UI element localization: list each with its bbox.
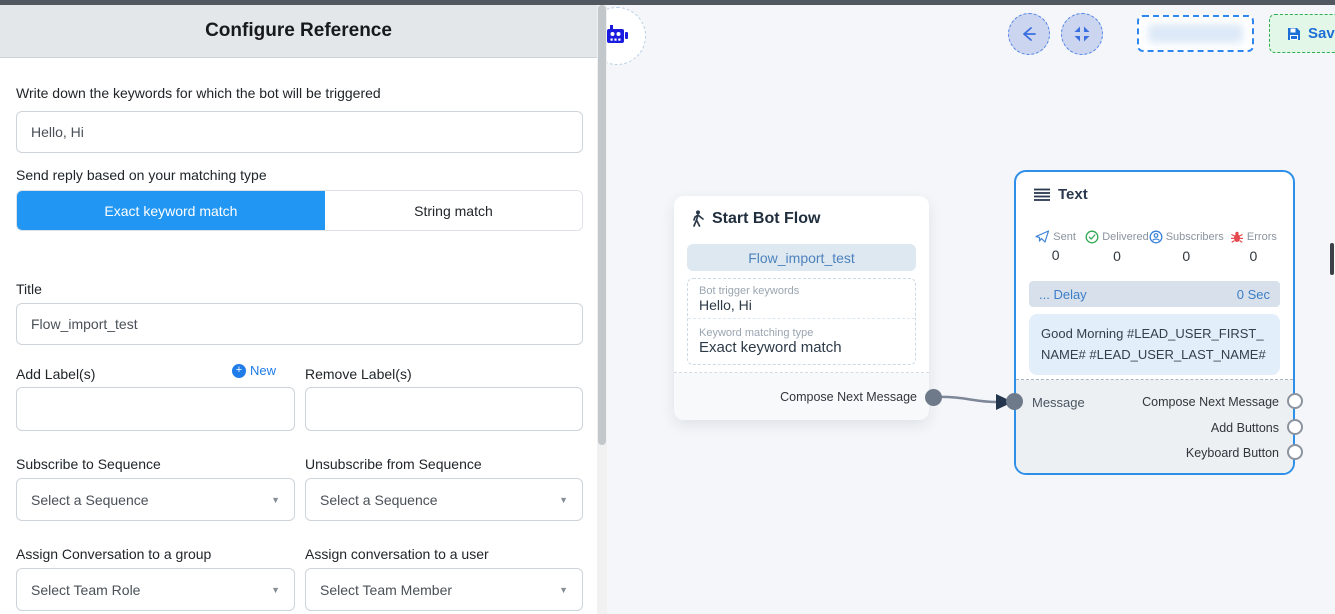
subscribe-sequence-label: Subscribe to Sequence bbox=[16, 456, 161, 472]
start-node-header: Start Bot Flow bbox=[690, 210, 820, 228]
delay-row[interactable]: ... Delay 0 Sec bbox=[1029, 281, 1280, 307]
exact-keyword-match-tab[interactable]: Exact keyword match bbox=[17, 191, 325, 230]
flow-name-chip[interactable]: Flow_import_test bbox=[687, 244, 916, 271]
panel-scrollbar-thumb[interactable] bbox=[598, 5, 606, 445]
title-label: Title bbox=[16, 281, 42, 297]
team-role-select[interactable]: Select Team Role ▼ bbox=[16, 568, 295, 611]
unsubscribe-sequence-label: Unsubscribe from Sequence bbox=[305, 456, 482, 472]
redacted-content bbox=[1148, 24, 1243, 43]
fit-view-button[interactable] bbox=[1061, 13, 1103, 55]
chevron-down-icon: ▼ bbox=[559, 585, 568, 595]
text-node-footer: Message Compose Next Message Add Buttons… bbox=[1016, 380, 1293, 473]
chevron-down-icon: ▼ bbox=[271, 585, 280, 595]
remove-labels-label: Remove Label(s) bbox=[305, 366, 412, 382]
keyboard-button-output-label: Keyboard Button bbox=[1186, 446, 1279, 460]
new-label-text: New bbox=[250, 363, 276, 378]
robot-icon bbox=[607, 21, 632, 51]
compress-icon bbox=[1073, 25, 1091, 43]
unsubscribe-sequence-value: Select a Sequence bbox=[320, 492, 438, 508]
assign-user-label: Assign conversation to a user bbox=[305, 546, 489, 562]
stat-subscribers-label: Subscribers bbox=[1166, 231, 1224, 243]
plus-icon: + bbox=[232, 364, 246, 378]
title-input[interactable] bbox=[16, 303, 583, 345]
stat-sent: Sent 0 bbox=[1026, 230, 1085, 264]
redacted-field[interactable] bbox=[1137, 15, 1254, 52]
subscribers-icon bbox=[1149, 230, 1163, 244]
stat-sent-label: Sent bbox=[1053, 231, 1076, 243]
compose-next-message-output-label: Compose Next Message bbox=[1142, 395, 1279, 409]
panel-header: Configure Reference bbox=[0, 5, 597, 58]
configure-reference-panel: Configure Reference Write down the keywo… bbox=[0, 5, 597, 614]
stat-subscribers-value: 0 bbox=[1182, 248, 1190, 264]
subscribe-sequence-value: Select a Sequence bbox=[31, 492, 149, 508]
string-match-tab[interactable]: String match bbox=[325, 191, 582, 230]
trigger-config-box: Bot trigger keywords Hello, Hi Keyword m… bbox=[687, 278, 916, 365]
subscribe-sequence-select[interactable]: Select a Sequence ▼ bbox=[16, 478, 295, 521]
delay-label: ... Delay bbox=[1039, 287, 1087, 302]
add-labels-input[interactable] bbox=[16, 387, 295, 431]
message-input-label: Message bbox=[1032, 395, 1085, 410]
delivered-icon bbox=[1085, 230, 1099, 244]
keywords-input[interactable] bbox=[16, 111, 583, 153]
matching-type-value: Exact keyword match bbox=[699, 339, 904, 357]
add-buttons-handle[interactable] bbox=[1287, 419, 1303, 435]
save-button[interactable]: Save bbox=[1269, 14, 1335, 53]
matching-type-caption: Keyword matching type bbox=[699, 327, 904, 339]
team-role-value: Select Team Role bbox=[31, 582, 140, 598]
team-member-select[interactable]: Select Team Member ▼ bbox=[305, 568, 583, 611]
remove-labels-input[interactable] bbox=[305, 387, 583, 431]
compose-next-message-label: Compose Next Message bbox=[780, 390, 917, 404]
unsubscribe-sequence-select[interactable]: Select a Sequence ▼ bbox=[305, 478, 583, 521]
arrow-left-icon bbox=[1019, 24, 1039, 44]
stat-sent-value: 0 bbox=[1052, 247, 1060, 263]
text-message-node[interactable]: Text Sent 0 Delivered bbox=[1014, 170, 1295, 475]
menu-icon bbox=[1034, 188, 1050, 202]
text-node-input-handle[interactable] bbox=[1006, 393, 1023, 410]
new-label-link[interactable]: + New bbox=[232, 363, 276, 378]
start-node-output-handle[interactable] bbox=[925, 389, 942, 406]
sent-icon bbox=[1035, 230, 1050, 243]
message-bubble[interactable]: Good Morning #LEAD_USER_FIRST_NAME# #LEA… bbox=[1029, 314, 1280, 375]
stat-errors-value: 0 bbox=[1250, 248, 1258, 264]
text-node-title: Text bbox=[1058, 186, 1088, 203]
save-label: Save bbox=[1308, 25, 1335, 42]
back-button[interactable] bbox=[1008, 13, 1050, 55]
field-divider bbox=[688, 318, 915, 323]
save-icon bbox=[1286, 26, 1302, 42]
page-title: Configure Reference bbox=[205, 20, 392, 42]
stat-delivered: Delivered 0 bbox=[1085, 230, 1148, 264]
team-member-value: Select Team Member bbox=[320, 582, 452, 598]
canvas-scrollbar-thumb[interactable] bbox=[1330, 243, 1334, 275]
errors-icon bbox=[1230, 230, 1244, 244]
matching-type-toggle: Exact keyword match String match bbox=[16, 190, 583, 231]
matching-type-label: Send reply based on your matching type bbox=[16, 167, 267, 183]
compose-next-message-handle[interactable] bbox=[1287, 393, 1303, 409]
window-top-edge bbox=[0, 0, 1335, 5]
start-node-title: Start Bot Flow bbox=[712, 210, 820, 228]
start-bot-flow-node[interactable]: Start Bot Flow Flow_import_test Bot trig… bbox=[674, 196, 929, 420]
delay-value: 0 Sec bbox=[1237, 287, 1270, 302]
start-node-footer: Compose Next Message bbox=[674, 373, 929, 420]
keywords-label: Write down the keywords for which the bo… bbox=[16, 85, 381, 101]
stat-errors-label: Errors bbox=[1247, 231, 1277, 243]
trigger-keywords-label: Bot trigger keywords bbox=[699, 285, 904, 297]
stat-subscribers: Subscribers 0 bbox=[1149, 230, 1224, 264]
add-labels-label: Add Label(s) bbox=[16, 366, 95, 382]
add-buttons-output-label: Add Buttons bbox=[1211, 421, 1279, 435]
stats-row: Sent 0 Delivered 0 bbox=[1026, 230, 1283, 264]
panel-scrollbar[interactable] bbox=[597, 5, 607, 614]
flow-canvas[interactable]: Save Start Bot Flow Flow_import_test Bot… bbox=[607, 5, 1335, 614]
assign-group-label: Assign Conversation to a group bbox=[16, 546, 211, 562]
stat-errors: Errors 0 bbox=[1224, 230, 1283, 264]
chevron-down-icon: ▼ bbox=[559, 495, 568, 505]
bot-launcher-button[interactable] bbox=[607, 7, 646, 65]
trigger-keywords-value: Hello, Hi bbox=[699, 297, 904, 318]
text-node-header: Text bbox=[1034, 186, 1088, 203]
stat-delivered-label: Delivered bbox=[1102, 231, 1148, 243]
chevron-down-icon: ▼ bbox=[271, 495, 280, 505]
keyboard-button-handle[interactable] bbox=[1287, 444, 1303, 460]
stat-delivered-value: 0 bbox=[1113, 248, 1121, 264]
walking-person-icon bbox=[690, 210, 705, 228]
